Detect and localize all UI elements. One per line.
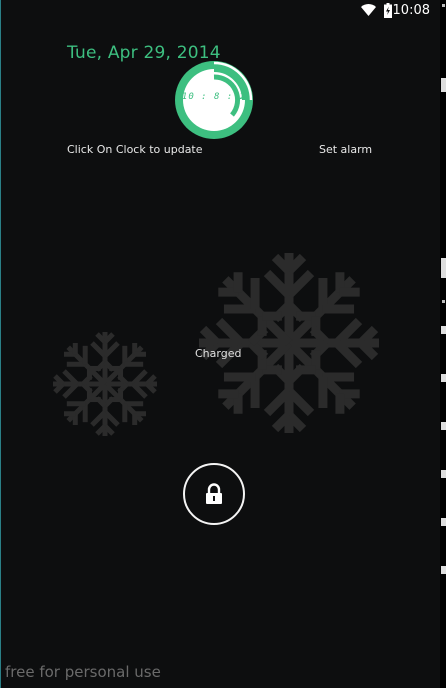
clock-time: 10 : 8 : 2	[181, 92, 247, 102]
status-time: 10:08	[392, 3, 430, 18]
lock-screen: 10:08 Tue, Apr 29, 2014 10 : 8 : 2 Click…	[0, 0, 446, 688]
watermark-text: free for personal use	[5, 663, 161, 681]
edge-handle[interactable]	[441, 422, 446, 430]
edge-handle[interactable]	[441, 78, 446, 92]
status-bar: 10:08	[0, 0, 440, 22]
clock-update-hint[interactable]: Click On Clock to update	[67, 143, 203, 156]
edge-dot	[442, 4, 445, 7]
snowflake-icon	[51, 332, 159, 438]
edge-dot	[442, 300, 445, 303]
edge-handle[interactable]	[441, 326, 446, 334]
edge-handle[interactable]	[441, 374, 446, 382]
lock-icon	[206, 483, 222, 504]
battery-charging-icon	[384, 3, 392, 18]
edge-handle[interactable]	[441, 566, 446, 574]
wifi-icon	[361, 4, 376, 16]
edge-handle[interactable]	[441, 470, 446, 478]
edge-handle[interactable]	[441, 258, 446, 278]
set-alarm-button[interactable]: Set alarm	[319, 143, 372, 156]
clock-widget[interactable]: 10 : 8 : 2	[174, 60, 254, 140]
battery-status-text: Charged	[195, 347, 242, 360]
screen-edge	[0, 0, 1, 688]
snowflake-icon	[196, 253, 382, 436]
side-edge-panel	[440, 0, 446, 688]
edge-handle[interactable]	[441, 518, 446, 526]
unlock-button[interactable]	[183, 463, 245, 525]
